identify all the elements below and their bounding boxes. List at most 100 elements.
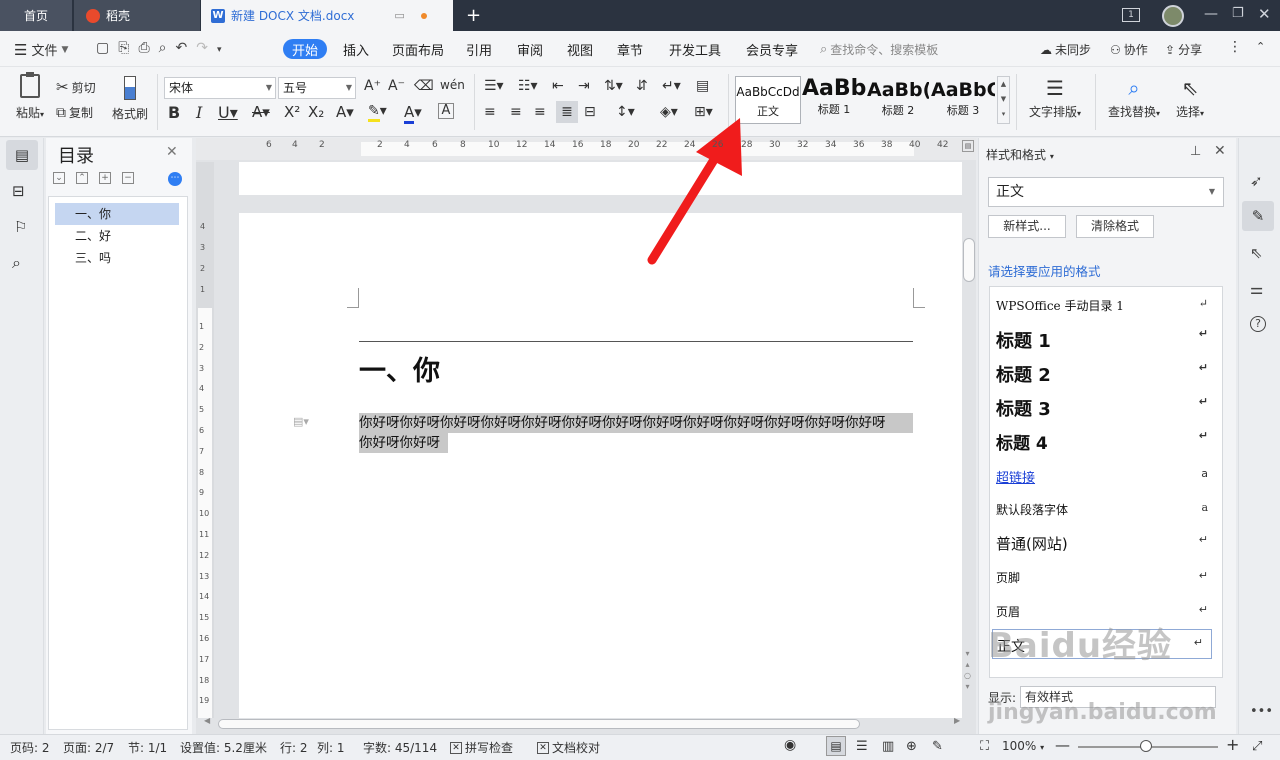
read-mode-icon[interactable]: ▥ bbox=[882, 739, 894, 754]
new-tab-button[interactable]: + bbox=[466, 5, 481, 26]
print-preview-icon[interactable]: ⌕ bbox=[159, 40, 176, 56]
superscript-icon[interactable]: X² bbox=[284, 103, 300, 121]
styles-panel-title[interactable]: 样式和格式 ▾ bbox=[986, 146, 1054, 163]
redo-icon[interactable]: ↷ bbox=[196, 40, 217, 56]
style-list-item[interactable]: 标题 3 ↵ bbox=[996, 395, 1216, 421]
toc-close-icon[interactable]: ✕ bbox=[166, 144, 178, 160]
style-list-item[interactable]: 默认段落字体 a bbox=[996, 501, 1216, 518]
collapse-all-icon[interactable]: ⌃ bbox=[76, 172, 88, 184]
select-cursor-icon[interactable]: ⇖ bbox=[1250, 244, 1263, 262]
status-setting[interactable]: 设置值: 5.2厘米 bbox=[180, 739, 267, 756]
search-icon[interactable]: ⌕ bbox=[12, 253, 21, 273]
scroll-nav-icons[interactable]: ▾ ▴ ○ ▾ bbox=[964, 648, 971, 692]
screen-icon[interactable]: ▭ bbox=[394, 9, 404, 22]
minimize-button[interactable]: — bbox=[1204, 6, 1218, 22]
export-pdf-icon[interactable]: ⎘ bbox=[118, 40, 138, 56]
highlight-icon[interactable]: ✎▾ bbox=[368, 103, 387, 122]
show-marks-icon[interactable]: ▤ bbox=[696, 78, 709, 94]
share-button[interactable]: ⇪ 分享 bbox=[1165, 41, 1202, 58]
style-heading-3[interactable]: AaBbC 标题 3 bbox=[931, 76, 995, 124]
close-panel-icon[interactable]: ✕ bbox=[1214, 143, 1226, 159]
justify-icon[interactable]: ≣ bbox=[556, 101, 578, 123]
style-list-item[interactable]: 标题 4 ↵ bbox=[996, 429, 1216, 454]
page-view-icon[interactable]: ▤ bbox=[826, 736, 846, 756]
align-center-icon[interactable]: ≡ bbox=[510, 104, 522, 120]
vertical-scroll-thumb[interactable] bbox=[963, 238, 975, 282]
chevron-down-icon[interactable]: ▾ bbox=[217, 45, 231, 55]
undo-icon[interactable]: ↶ bbox=[175, 40, 196, 56]
horizontal-ruler[interactable]: 6 4 2 2 4 6 8 10 12 14 16 18 20 22 24 26 28 30 32 34 36 38 40 4… bbox=[196, 138, 976, 160]
file-menu[interactable]: ☰ 文件 ▼ bbox=[14, 40, 68, 60]
bookmark-icon[interactable]: ⚐ bbox=[14, 218, 27, 236]
vertical-scrollbar[interactable]: ▾ ▴ ○ ▾ bbox=[962, 162, 976, 718]
more-icon[interactable]: ••• bbox=[1250, 704, 1273, 719]
select-button[interactable]: ⇖ 选择▾ bbox=[1172, 76, 1208, 120]
expand-all-icon[interactable]: ⌄ bbox=[53, 172, 65, 184]
menu-tab-references[interactable]: 引用 bbox=[466, 40, 492, 59]
subscript-icon[interactable]: X₂ bbox=[308, 103, 324, 121]
ruler-toggle-icon[interactable]: ▤ bbox=[962, 140, 974, 152]
align-right-icon[interactable]: ≡ bbox=[534, 104, 546, 120]
style-list-item[interactable]: 页脚 ↵ bbox=[996, 569, 1216, 586]
style-list-item[interactable]: WPSOffice 手动目录 1 ↵ bbox=[996, 297, 1216, 314]
text-direction-icon[interactable]: ⇅▾ bbox=[604, 78, 623, 94]
shrink-font-icon[interactable]: A⁻ bbox=[388, 78, 405, 94]
print-icon[interactable]: ⎙ bbox=[138, 40, 158, 56]
grow-font-icon[interactable]: A⁺ bbox=[364, 78, 381, 94]
line-spacing-icon[interactable]: ↕▾ bbox=[616, 104, 635, 120]
document-heading[interactable]: 一、你 bbox=[359, 349, 440, 388]
restore-button[interactable]: ❐ bbox=[1232, 6, 1244, 21]
find-replace-button[interactable]: ⌕ 查找替换▾ bbox=[1104, 76, 1164, 120]
toc-item[interactable]: 一、你 bbox=[55, 203, 179, 225]
style-gallery-scroll[interactable]: ▲ ▼ ▾ bbox=[997, 76, 1010, 124]
bold-icon[interactable]: B bbox=[168, 103, 180, 122]
spell-check-button[interactable]: ✕ 拼写检查 bbox=[450, 739, 513, 756]
menu-tab-page-layout[interactable]: 页面布局 bbox=[392, 40, 444, 59]
clear-format-icon[interactable]: ⌫ bbox=[414, 78, 434, 94]
remove-item-icon[interactable]: − bbox=[122, 172, 134, 184]
style-list-item[interactable]: 标题 1 ↵ bbox=[996, 327, 1216, 353]
outline-view-icon[interactable]: ☰ bbox=[856, 739, 868, 754]
new-style-button[interactable]: 新样式... bbox=[988, 215, 1066, 238]
menu-tab-section[interactable]: 章节 bbox=[617, 40, 643, 59]
bullet-list-icon[interactable]: ☰▾ bbox=[484, 78, 504, 94]
fit-page-icon[interactable]: ⛶ bbox=[980, 739, 989, 754]
paste-button[interactable]: 粘贴▾ bbox=[12, 72, 48, 121]
toc-item[interactable]: 二、好 bbox=[55, 225, 179, 247]
help-icon[interactable]: ? bbox=[1250, 316, 1266, 332]
increase-indent-icon[interactable]: ⇥ bbox=[578, 78, 590, 94]
font-name-select[interactable]: 宋体 ▼ bbox=[164, 77, 276, 99]
zoom-level[interactable]: 100% ▾ bbox=[1002, 739, 1044, 753]
scroll-left-icon[interactable]: ◀ bbox=[204, 716, 210, 725]
toc-item[interactable]: 三、吗 bbox=[55, 247, 179, 269]
style-list-item[interactable]: 普通(网站) ↵ bbox=[996, 533, 1216, 554]
save-icon[interactable]: ▢ bbox=[96, 40, 118, 56]
zoom-in-button[interactable]: + bbox=[1226, 735, 1239, 754]
clear-format-button[interactable]: 清除格式 bbox=[1076, 215, 1154, 238]
command-search[interactable]: ⌕ 查找命令、搜索模板 bbox=[820, 39, 954, 59]
menu-tab-review[interactable]: 审阅 bbox=[517, 40, 543, 59]
pin-icon[interactable]: ⊥ bbox=[1190, 144, 1201, 159]
horizontal-scroll-thumb[interactable] bbox=[218, 719, 860, 729]
align-left-icon[interactable]: ≡ bbox=[484, 104, 496, 120]
toc-more-icon[interactable]: ⋯ bbox=[168, 172, 182, 186]
strikethrough-icon[interactable]: A▾ bbox=[252, 103, 270, 121]
horizontal-scrollbar[interactable]: ◀ ▶ bbox=[204, 716, 962, 730]
style-heading-1[interactable]: AaBb 标题 1 bbox=[802, 76, 866, 124]
outline-view-icon[interactable]: ▤ bbox=[6, 140, 38, 170]
zoom-slider-thumb[interactable] bbox=[1140, 740, 1152, 752]
navigation-icon[interactable]: ⊟ bbox=[12, 182, 25, 200]
add-item-icon[interactable]: + bbox=[99, 172, 111, 184]
rocket-icon[interactable]: ➶ bbox=[1250, 172, 1263, 190]
underline-icon[interactable]: U▾ bbox=[218, 103, 238, 122]
tab-document[interactable]: W 新建 DOCX 文档.docx ▭ bbox=[201, 0, 453, 31]
style-list-item[interactable]: 标题 2 ↵ bbox=[996, 361, 1216, 387]
menu-tab-start[interactable]: 开始 bbox=[283, 39, 327, 59]
selected-paragraph[interactable]: 你好呀你好呀你好呀你好呀你好呀你好呀你好呀你好呀你好呀你好呀你好呀你好呀你好呀 … bbox=[359, 413, 913, 453]
sync-button[interactable]: ☁ 未同步 bbox=[1040, 41, 1091, 58]
text-layout-button[interactable]: ☰ 文字排版▾ bbox=[1026, 76, 1084, 120]
page-count-icon[interactable]: 1 bbox=[1122, 8, 1140, 22]
cut-button[interactable]: ✂ 剪切 bbox=[56, 78, 96, 96]
avatar[interactable] bbox=[1162, 5, 1184, 27]
close-window-button[interactable]: ✕ bbox=[1258, 5, 1271, 23]
